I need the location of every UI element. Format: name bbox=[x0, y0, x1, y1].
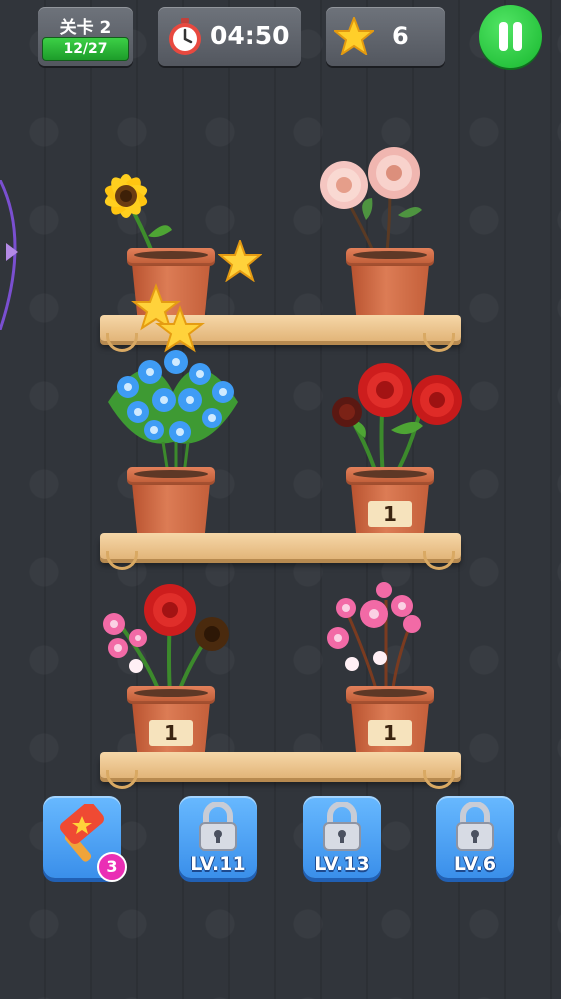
side-arrow-icon[interactable] bbox=[0, 180, 30, 330]
lock-icon bbox=[323, 802, 361, 851]
locked-booster-button-3[interactable]: LV.6 bbox=[436, 796, 514, 878]
lock-level-label: LV.11 bbox=[190, 853, 246, 875]
level-progress-text: 12/27 bbox=[63, 41, 108, 57]
lock-level-label: LV.6 bbox=[453, 853, 497, 875]
floating-star-icon bbox=[218, 240, 262, 282]
pot-count-label: 1 bbox=[368, 501, 412, 527]
rose-mix-plant bbox=[103, 584, 229, 695]
star-panel: 6 bbox=[326, 7, 445, 66]
level-label: 关卡 2 bbox=[59, 18, 112, 38]
locked-booster-button-2[interactable]: LV.13 bbox=[303, 796, 381, 878]
level-progress-bar: 12/27 bbox=[42, 37, 129, 61]
shelf-2 bbox=[100, 533, 461, 570]
peony-plant bbox=[320, 147, 422, 263]
blue-bouquet-plant bbox=[108, 283, 238, 475]
red-rose-plant bbox=[332, 363, 462, 477]
timer-panel: 04:50 bbox=[158, 7, 301, 66]
shelf-3 bbox=[100, 752, 461, 789]
lock-icon bbox=[456, 802, 494, 851]
star-icon bbox=[334, 17, 374, 55]
timer-value: 04:50 bbox=[210, 21, 290, 50]
locked-booster-button-1[interactable]: LV.11 bbox=[179, 796, 257, 878]
pause-button[interactable] bbox=[479, 5, 542, 68]
level-panel: 关卡 2 12/27 bbox=[38, 7, 133, 66]
lock-icon bbox=[199, 802, 237, 851]
hammer-booster-button[interactable]: 3 bbox=[43, 796, 127, 882]
lock-level-label: LV.13 bbox=[314, 853, 370, 875]
pink-blossom-plant bbox=[327, 582, 421, 697]
hammer-count-badge: 3 bbox=[97, 852, 127, 882]
stopwatch-icon bbox=[169, 18, 201, 55]
pot-count-label: 1 bbox=[368, 720, 412, 746]
star-count: 6 bbox=[392, 22, 409, 50]
pot-count-label: 1 bbox=[149, 720, 193, 746]
